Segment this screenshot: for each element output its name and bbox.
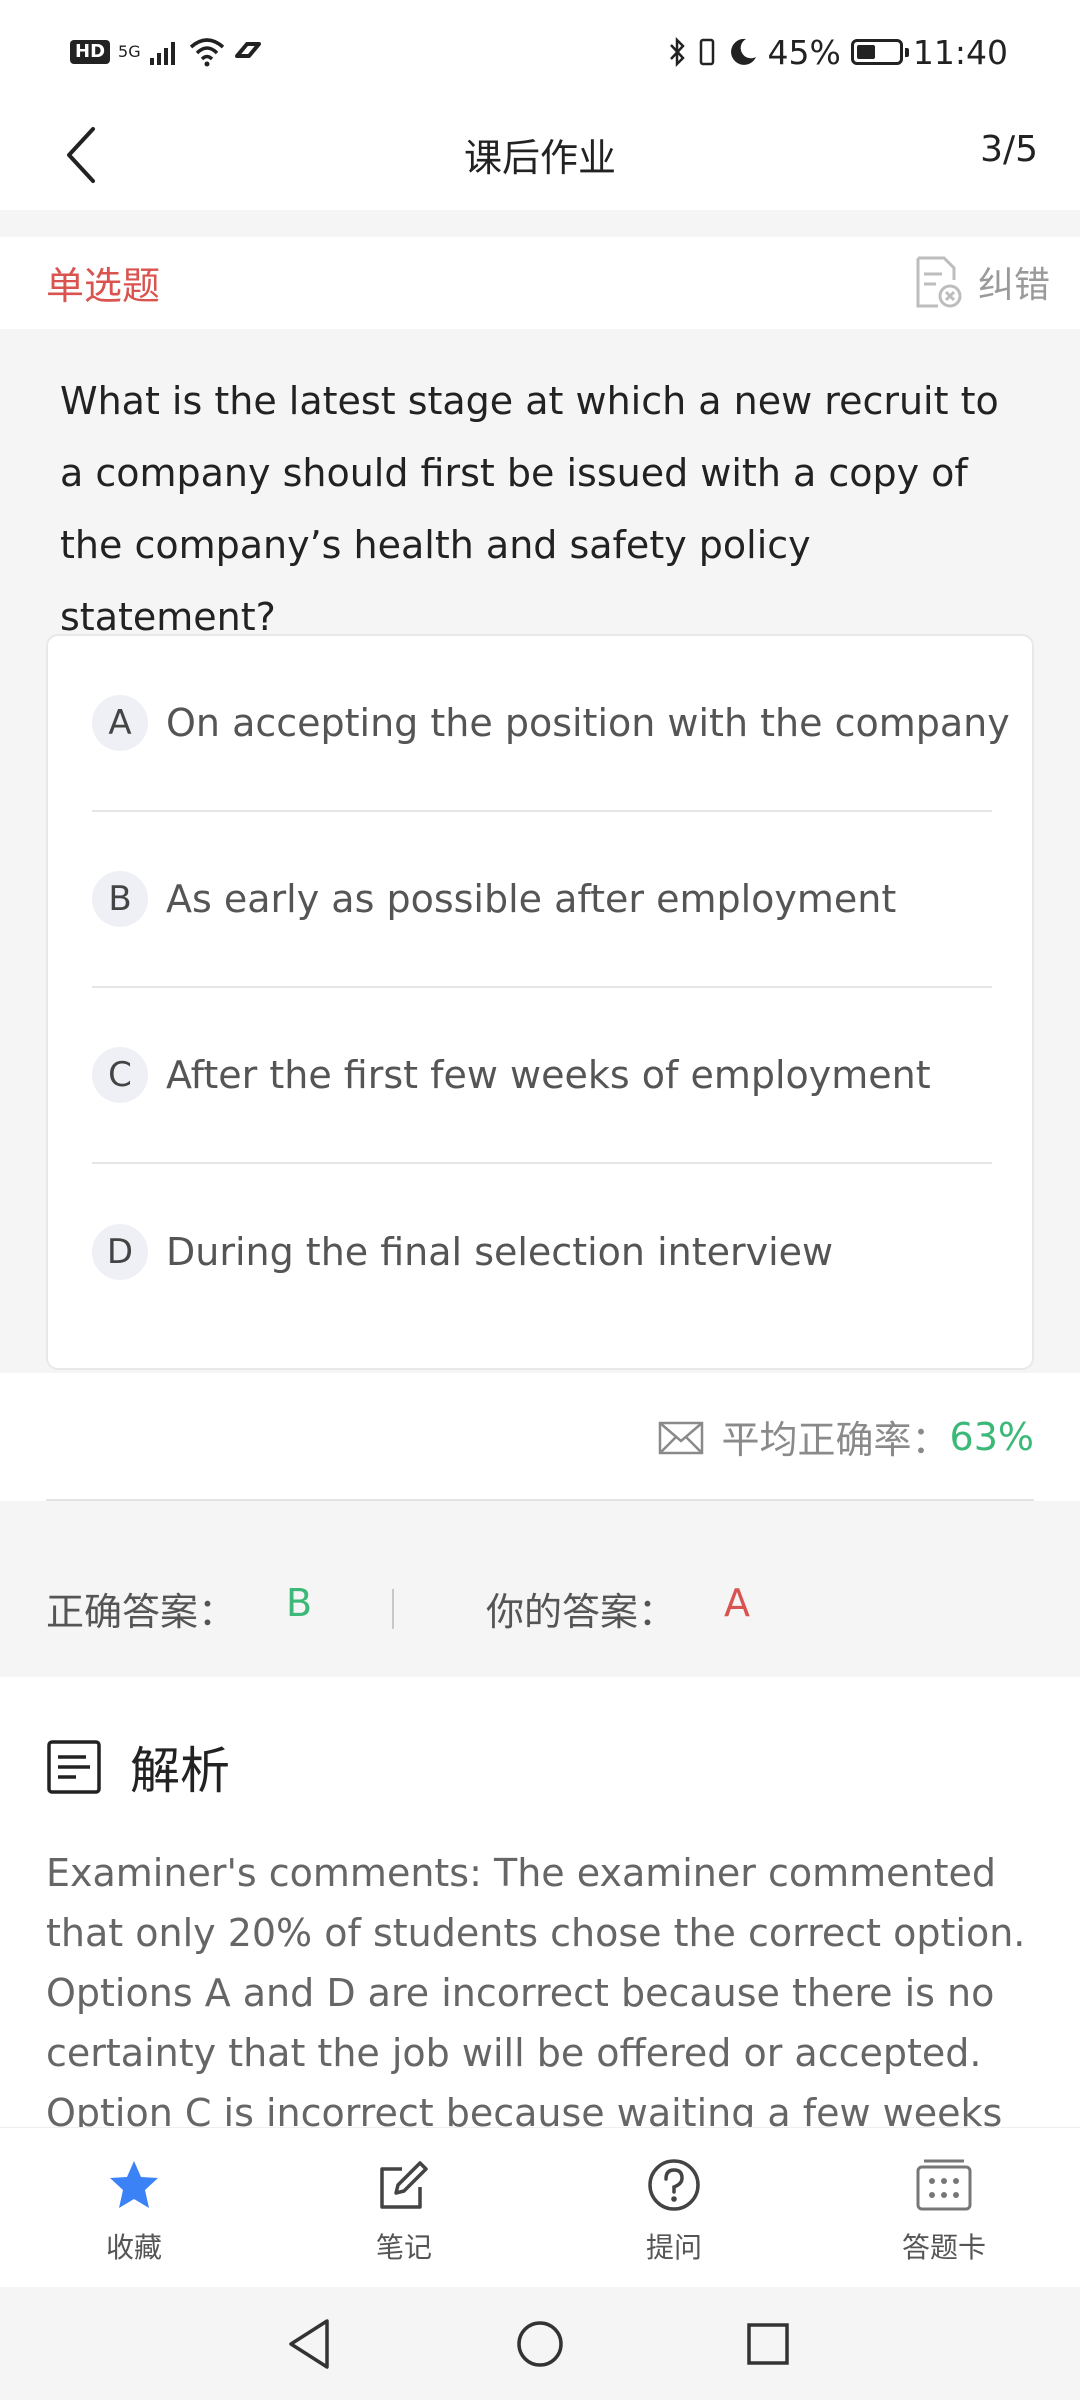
nav-home-button[interactable] [500, 2309, 580, 2379]
answer-separator [392, 1589, 394, 1629]
option-text: As early as possible after employment [166, 877, 897, 921]
option-a[interactable]: A On accepting the position with the com… [92, 636, 1010, 812]
network-label: 5G [118, 42, 141, 61]
analysis-title: 解析 [130, 1742, 230, 1800]
answer-card-label: 答题卡 [901, 2231, 986, 2264]
answer-bar: 正确答案： B 你的答案： A [0, 1501, 1080, 1677]
option-text: During the final selection interview [166, 1230, 834, 1274]
question-area: What is the latest stage at which a new … [0, 329, 1080, 1373]
clock: 11:40 [912, 32, 1008, 72]
your-answer-label: 你的答案： [486, 1590, 677, 1634]
battery-icon [850, 39, 909, 65]
report-error-button[interactable]: 纠错 [912, 247, 1050, 317]
question-type-label: 单选题 [46, 264, 161, 308]
option-letter: A [92, 695, 148, 751]
status-bar: HD 5G 45% 11:40 [0, 0, 1080, 105]
question-type-bar: 单选题 纠错 [0, 237, 1080, 329]
square-recents-icon [747, 2323, 789, 2365]
report-doc-icon [916, 256, 962, 308]
analysis-text: Examiner's comments: The examiner commen… [46, 1851, 1026, 2127]
report-error-label: 纠错 [977, 265, 1050, 306]
answer-card-icon [916, 2159, 972, 2211]
ask-question-button[interactable]: 提问 [574, 2154, 774, 2274]
signal-icon [149, 42, 175, 65]
question-icon [648, 2159, 700, 2211]
status-right: 45% 11:40 [668, 28, 1008, 76]
star-icon [110, 2161, 158, 2208]
link-icon [234, 42, 261, 58]
favorite-button[interactable]: 收藏 [34, 2154, 234, 2274]
correct-answer-label: 正确答案： [46, 1590, 237, 1634]
header: 课后作业 3/5 [0, 105, 1080, 210]
accuracy-bar: 平均正确率： 63% [0, 1373, 1080, 1501]
battery-percent: 45% [767, 32, 841, 72]
option-c[interactable]: C After the first few weeks of employmen… [92, 988, 992, 1164]
nav-recents-button[interactable] [728, 2309, 808, 2379]
note-button[interactable]: 笔记 [304, 2154, 504, 2274]
note-label: 笔记 [375, 2231, 432, 2264]
options-card: A On accepting the position with the com… [46, 634, 1034, 1370]
triangle-back-icon [289, 2319, 329, 2369]
your-answer-value: A [724, 1581, 750, 1625]
bottom-toolbar: 收藏 笔记 提问 答题卡 [0, 2127, 1080, 2288]
option-letter: B [92, 871, 148, 927]
question-text: What is the latest stage at which a new … [60, 379, 999, 639]
bluetooth-icon [669, 36, 685, 68]
favorite-label: 收藏 [105, 2231, 162, 2264]
analysis-doc-icon [47, 1740, 101, 1794]
battery-fill [856, 45, 875, 59]
option-letter: C [92, 1047, 148, 1103]
hd-badge: HD [70, 40, 111, 64]
option-text: After the first few weeks of employment [166, 1053, 931, 1097]
vibrate-icon [699, 38, 714, 66]
nav-back-button[interactable] [270, 2309, 350, 2379]
correct-answer-value: B [286, 1581, 313, 1625]
analysis-section: 解析 Examiner's comments: The examiner com… [0, 1677, 1080, 2127]
status-left: HD 5G [70, 30, 263, 74]
separator-band [0, 210, 1080, 237]
option-text: On accepting the position with the compa… [166, 701, 1010, 745]
accuracy-stat: 平均正确率： 63% [658, 1409, 1034, 1464]
moon-icon [730, 38, 756, 65]
accuracy-value: 63% [949, 1414, 1034, 1459]
answer-card-button[interactable]: 答题卡 [844, 2154, 1044, 2274]
question-counter: 3/5 [980, 129, 1038, 170]
accuracy-label: 平均正确率： [721, 1418, 950, 1462]
system-nav-bar [0, 2287, 1080, 2400]
analysis-header: 解析 [46, 1731, 230, 1803]
edit-note-icon [380, 2161, 428, 2209]
envelope-icon [658, 1421, 703, 1454]
ask-question-label: 提问 [645, 2231, 702, 2264]
option-b[interactable]: B As early as possible after employment [92, 812, 992, 988]
option-letter: D [92, 1224, 148, 1280]
circle-home-icon [517, 2321, 563, 2367]
option-d[interactable]: D During the final selection interview [92, 1164, 992, 1340]
wifi-icon [189, 38, 224, 67]
page-title: 课后作业 [463, 136, 616, 180]
